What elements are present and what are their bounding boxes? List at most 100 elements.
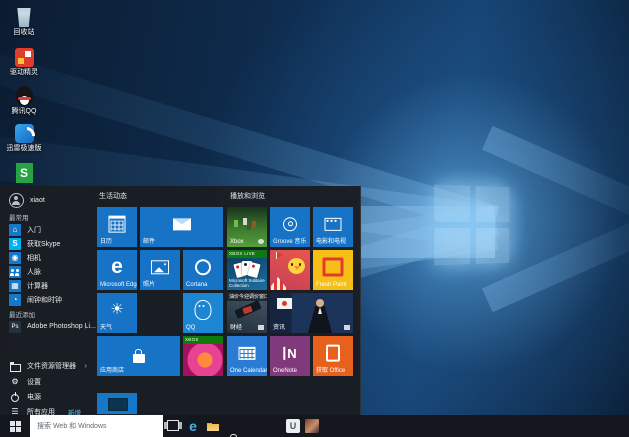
tile-get-office[interactable]: 获取 Office <box>313 336 353 376</box>
task-view-icon <box>167 420 179 431</box>
search-input[interactable] <box>30 416 163 437</box>
xbox-banner: XBOX <box>183 336 223 344</box>
people-icon <box>9 266 21 278</box>
edge-icon: e <box>189 418 197 434</box>
sun-icon: ☀ <box>110 302 123 318</box>
clock-icon: ◔ <box>9 294 21 306</box>
taskbar-u-app-button[interactable]: U <box>286 419 300 433</box>
taskbar-edge-button[interactable]: e <box>186 419 200 433</box>
tile-groove-music[interactable]: Groove 音乐 <box>270 207 310 247</box>
onenote-n-icon: N <box>283 346 296 359</box>
taskbar-store-button[interactable] <box>226 433 240 437</box>
playing-card <box>247 262 260 278</box>
live-tile-headline: 油价今迎调价窗口 <box>227 293 267 301</box>
groove-circle-icon <box>283 217 297 231</box>
menu-item-label: 文件资源管理器 <box>27 361 76 371</box>
taskbar-file-explorer-button[interactable] <box>206 419 220 433</box>
office-icon <box>326 344 340 361</box>
desktop-icon-thunder[interactable]: 迅雷极速版 <box>2 124 46 153</box>
menu-item-camera[interactable]: ◉ 相机 <box>9 251 91 264</box>
tile-news[interactable]: 资讯 <box>270 293 353 333</box>
tile-cortana[interactable]: Cortana <box>183 250 223 290</box>
tile-chick-game[interactable] <box>270 250 310 290</box>
taskbar: e U <box>0 415 629 437</box>
desktop-icon-tencent-qq[interactable]: 腾讯QQ <box>2 86 46 116</box>
menu-item-file-explorer[interactable]: 文件资源管理器 › <box>9 359 91 372</box>
red-flag-art <box>276 252 277 259</box>
start-button[interactable] <box>0 415 30 437</box>
user-account-row[interactable]: xiaot <box>9 193 45 208</box>
tile-mail[interactable]: 邮件 <box>140 207 223 247</box>
section-recently-added: 最近添加 <box>9 309 35 319</box>
thunder-bird-icon <box>15 124 34 143</box>
msn-money-logo-badge <box>258 325 264 330</box>
recycle-bin-icon <box>17 8 32 27</box>
folder-icon <box>9 360 21 372</box>
green-s-icon: S <box>16 163 33 183</box>
menu-item-adobe-photoshop[interactable]: Ps Adobe Photoshop Li... › <box>9 320 91 333</box>
menu-item-get-started[interactable]: ⌂ 入门 <box>9 223 91 236</box>
get-started-icon: ⌂ <box>9 224 21 236</box>
user-name: xiaot <box>30 197 45 204</box>
tile-solitaire[interactable]: XBOX LIVE Microsoft Solitaire Collection <box>227 250 267 290</box>
tile-label: Microsoft Edge <box>100 282 137 288</box>
taskbar-search-box[interactable] <box>30 415 163 437</box>
chevron-right-icon[interactable]: › <box>84 322 87 331</box>
chick-art <box>288 258 305 274</box>
tile-calendar[interactable]: 日历 <box>97 207 137 247</box>
screen: 回收站 驱动精灵 腾讯QQ 迅雷极速版 S xiaot 最常用 ⌂ 入门 S <box>0 0 629 437</box>
tile-movies-tv[interactable]: 电影和电视 <box>313 207 353 247</box>
menu-item-power[interactable]: 电源 <box>9 390 91 403</box>
tile-label: 照片 <box>143 279 155 288</box>
xbox-sphere-icon <box>258 239 264 244</box>
edge-icon: e <box>111 257 123 277</box>
desktop-icon-recycle-bin[interactable]: 回收站 <box>2 8 46 37</box>
photoshop-icon: Ps <box>9 321 21 333</box>
u-app-icon: U <box>290 421 297 431</box>
tile-one-calendar[interactable]: One Calendar <box>227 336 267 376</box>
speaker-head-art <box>316 299 324 307</box>
menu-item-people[interactable]: 人脉 <box>9 265 91 278</box>
menu-item-alarms-clock[interactable]: ◔ 闹钟和时钟 <box>9 293 91 306</box>
minecraft-art <box>234 220 238 227</box>
menu-item-label: 相机 <box>27 253 41 263</box>
menu-item-get-skype[interactable]: S 获取Skype <box>9 237 91 250</box>
tile-store[interactable]: 应用商店 <box>97 336 180 376</box>
tile-weather[interactable]: ☀ 天气 <box>97 293 137 333</box>
photos-icon <box>151 260 169 274</box>
windows-logo-icon <box>10 421 21 432</box>
tile-fresh-paint[interactable]: Fresh Paint <box>313 250 353 290</box>
tile-group-header-life: 生活动态 <box>99 191 127 201</box>
tile-label: 日历 <box>100 236 112 245</box>
tile-label: OneNote <box>273 368 297 374</box>
menu-item-settings[interactable]: ⚙ 设置 <box>9 375 91 388</box>
menu-item-label: 人脉 <box>27 267 41 277</box>
chevron-right-icon[interactable]: › <box>84 361 87 370</box>
tile-qq[interactable]: QQ <box>183 293 223 333</box>
xbox-live-banner: XBOX LIVE <box>227 250 267 258</box>
task-view-button[interactable] <box>166 419 180 433</box>
desktop-icon-green-s-app[interactable]: S <box>2 163 46 183</box>
tile-xbox-game-digimon[interactable]: XBOX <box>183 336 223 376</box>
tile-money-news[interactable]: 油价今迎调价窗口 财经 <box>227 293 267 333</box>
tile-partial-pc[interactable] <box>97 393 137 414</box>
msn-news-logo-badge <box>344 325 350 330</box>
start-menu-left-rail: xiaot 最常用 ⌂ 入门 S 获取Skype ◉ 相机 人脉 ▦ 计算器 <box>0 186 95 415</box>
tile-xbox[interactable]: Xbox <box>227 207 267 247</box>
fresh-paint-frame-icon <box>323 257 344 276</box>
tile-microsoft-edge[interactable]: e Microsoft Edge <box>97 250 137 290</box>
tile-onenote[interactable]: N OneNote <box>270 336 310 376</box>
taskbar-photo-viewer-button[interactable] <box>305 419 319 433</box>
desktop-icon-label: 腾讯QQ <box>2 108 46 116</box>
tile-label: 电影和电视 <box>316 236 346 245</box>
menu-item-label: 入门 <box>27 225 41 235</box>
tile-photos[interactable]: 照片 <box>140 250 180 290</box>
menu-item-calculator[interactable]: ▦ 计算器 <box>9 279 91 292</box>
mail-envelope-icon <box>173 218 191 230</box>
monitor-icon <box>108 398 128 411</box>
skype-icon: S <box>9 238 21 250</box>
desktop-icon-driver-genius[interactable]: 驱动精灵 <box>2 48 46 77</box>
gear-icon: ⚙ <box>9 376 21 388</box>
tile-label: 获取 Office <box>316 365 345 374</box>
start-menu: xiaot 最常用 ⌂ 入门 S 获取Skype ◉ 相机 人脉 ▦ 计算器 <box>0 186 361 415</box>
